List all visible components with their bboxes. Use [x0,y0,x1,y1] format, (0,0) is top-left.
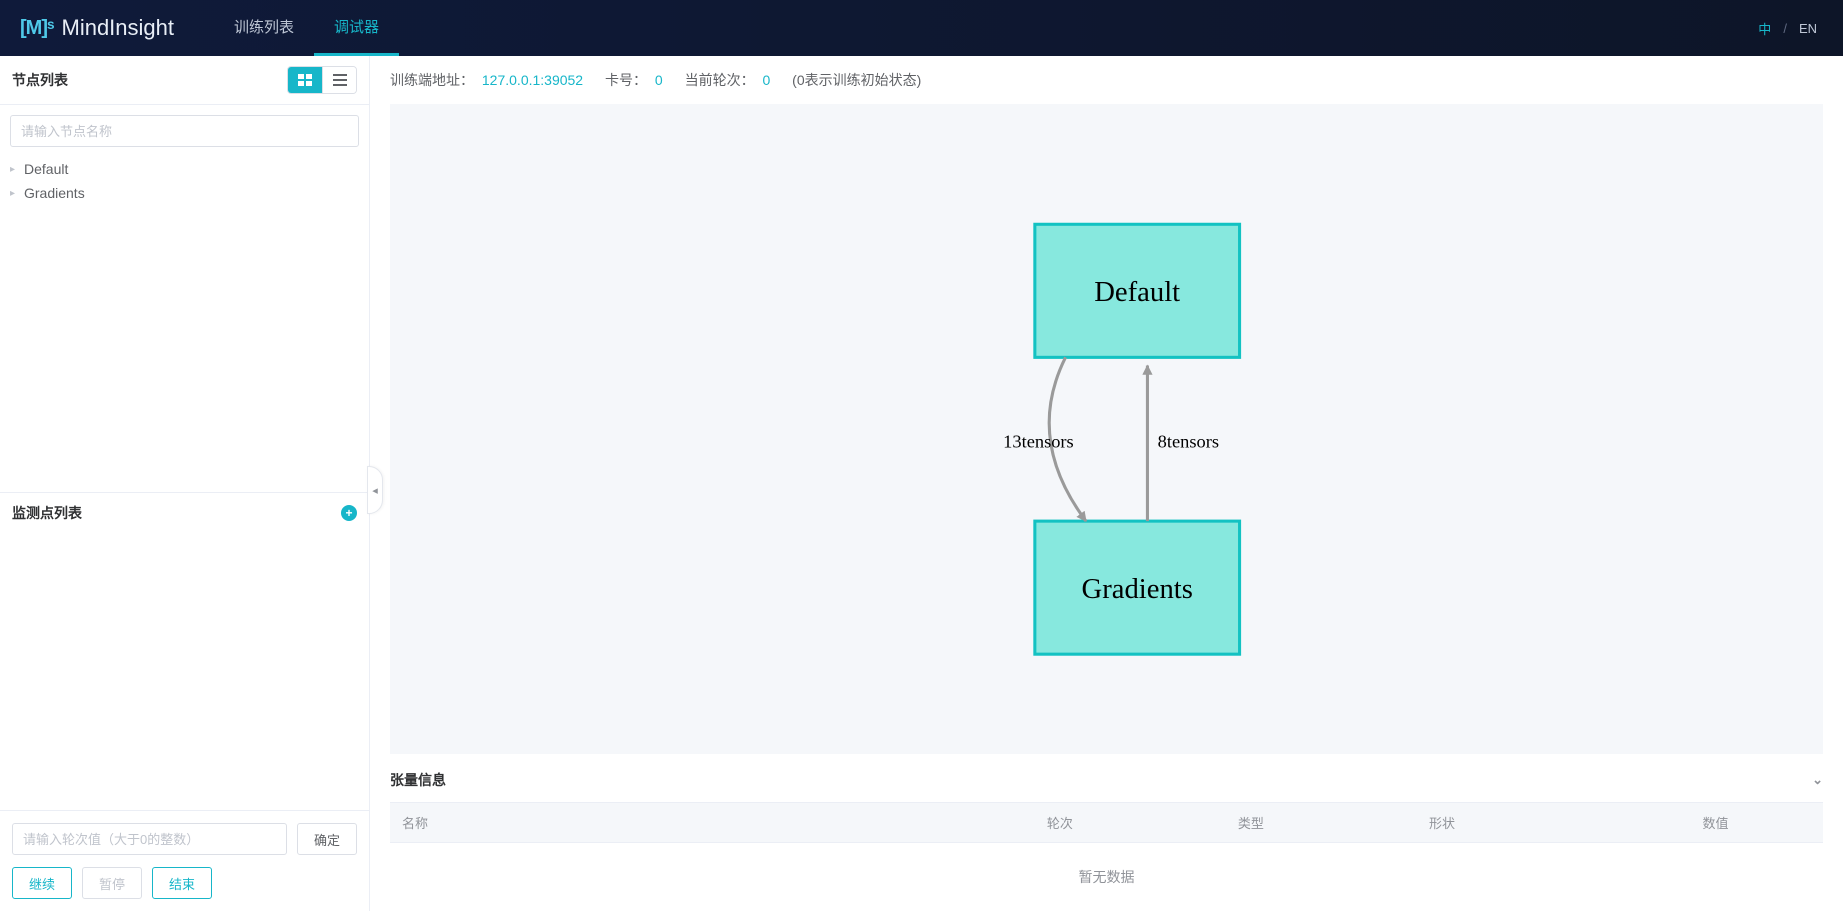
nav-train-list[interactable]: 训练列表 [214,0,314,56]
node-list-header: 节点列表 [0,56,369,105]
sidebar: 节点列表 ▸ Default ▸ Gradients [0,56,370,911]
tensor-header: 张量信息 ⌄ [390,770,1823,802]
sidebar-spacer [0,215,369,492]
main-layout: 节点列表 ▸ Default ▸ Gradients [0,56,1843,911]
continue-button[interactable]: 继续 [12,867,72,899]
pause-button[interactable]: 暂停 [82,867,142,899]
content: 训练端地址： 127.0.0.1:39052 卡号： 0 当前轮次： 0 (0表… [370,56,1843,911]
watchpoint-title: 监测点列表 [12,503,82,523]
node-search-input[interactable] [10,115,359,147]
tensor-title: 张量信息 [390,770,446,790]
watchpoint-header: 监测点列表 + [0,492,369,533]
tensor-collapse-toggle[interactable]: ⌄ [1812,772,1823,788]
col-shape: 形状 [1417,803,1608,843]
tree-item-label: Gradients [24,185,85,201]
logo-badge: [M]ˢ [20,17,54,40]
lang-en[interactable]: EN [1793,21,1823,36]
addr-label: 训练端地址： [390,72,474,88]
language-switch: 中 / EN [1752,19,1823,38]
col-name: 名称 [390,803,1035,843]
logo-text: MindInsight [62,15,175,41]
plus-icon: + [345,506,352,520]
graph-node-default-label: Default [1094,276,1180,308]
graph-edge-down-label: 13tensors [1003,431,1074,451]
view-toggle-group [287,66,357,94]
addr-value: 127.0.0.1:39052 [482,72,583,88]
logo: [M]ˢ MindInsight [20,15,174,41]
app-header: [M]ˢ MindInsight 训练列表 调试器 中 / EN [0,0,1843,56]
card-label: 卡号： [605,72,647,88]
view-list-button[interactable] [322,67,356,93]
col-step: 轮次 [1035,803,1226,843]
tensor-table: 名称 轮次 类型 形状 数值 [390,802,1823,843]
caret-right-icon: ▸ [10,164,24,175]
step-label: 当前轮次： [685,72,755,88]
caret-right-icon: ▸ [10,188,24,199]
tensor-empty: 暂无数据 [390,843,1823,911]
tree-item-default[interactable]: ▸ Default [10,157,359,181]
graph-svg: Default Gradients 13tensors 8tensors [390,104,1823,754]
chevron-down-icon: ⌄ [1812,772,1823,787]
confirm-button[interactable]: 确定 [297,823,357,855]
col-value: 数值 [1608,803,1823,843]
watchpoint-body [0,533,369,810]
chevron-left-icon: ◂ [372,484,378,497]
main-nav: 训练列表 调试器 [214,0,399,56]
tree-item-gradients[interactable]: ▸ Gradients [10,181,359,205]
add-watchpoint-button[interactable]: + [341,505,357,521]
tree-item-label: Default [24,161,68,177]
graph-node-gradients-label: Gradients [1082,573,1193,605]
status-bar: 训练端地址： 127.0.0.1:39052 卡号： 0 当前轮次： 0 (0表… [370,56,1843,104]
tensor-section: 张量信息 ⌄ 名称 轮次 类型 形状 数值 暂无数据 [370,754,1843,911]
node-search-wrap [0,105,369,157]
graph-canvas[interactable]: Default Gradients 13tensors 8tensors [390,104,1823,754]
node-list-title: 节点列表 [12,70,287,90]
card-value: 0 [655,72,663,88]
nav-debugger[interactable]: 调试器 [314,0,399,56]
view-grid-button[interactable] [288,67,322,93]
step-input[interactable] [12,823,287,855]
col-type: 类型 [1226,803,1417,843]
status-hint: (0表示训练初始状态) [792,72,921,88]
sidebar-collapse-handle[interactable]: ◂ [367,466,383,514]
graph-edge-up-label: 8tensors [1158,431,1219,451]
list-icon [333,74,347,86]
end-button[interactable]: 结束 [152,867,212,899]
lang-cn[interactable]: 中 [1752,19,1777,38]
sidebar-footer: 确定 继续 暂停 结束 [0,810,369,911]
grid-icon [298,74,312,86]
lang-sep: / [1777,21,1793,36]
step-value: 0 [762,72,770,88]
node-tree: ▸ Default ▸ Gradients [0,157,369,215]
